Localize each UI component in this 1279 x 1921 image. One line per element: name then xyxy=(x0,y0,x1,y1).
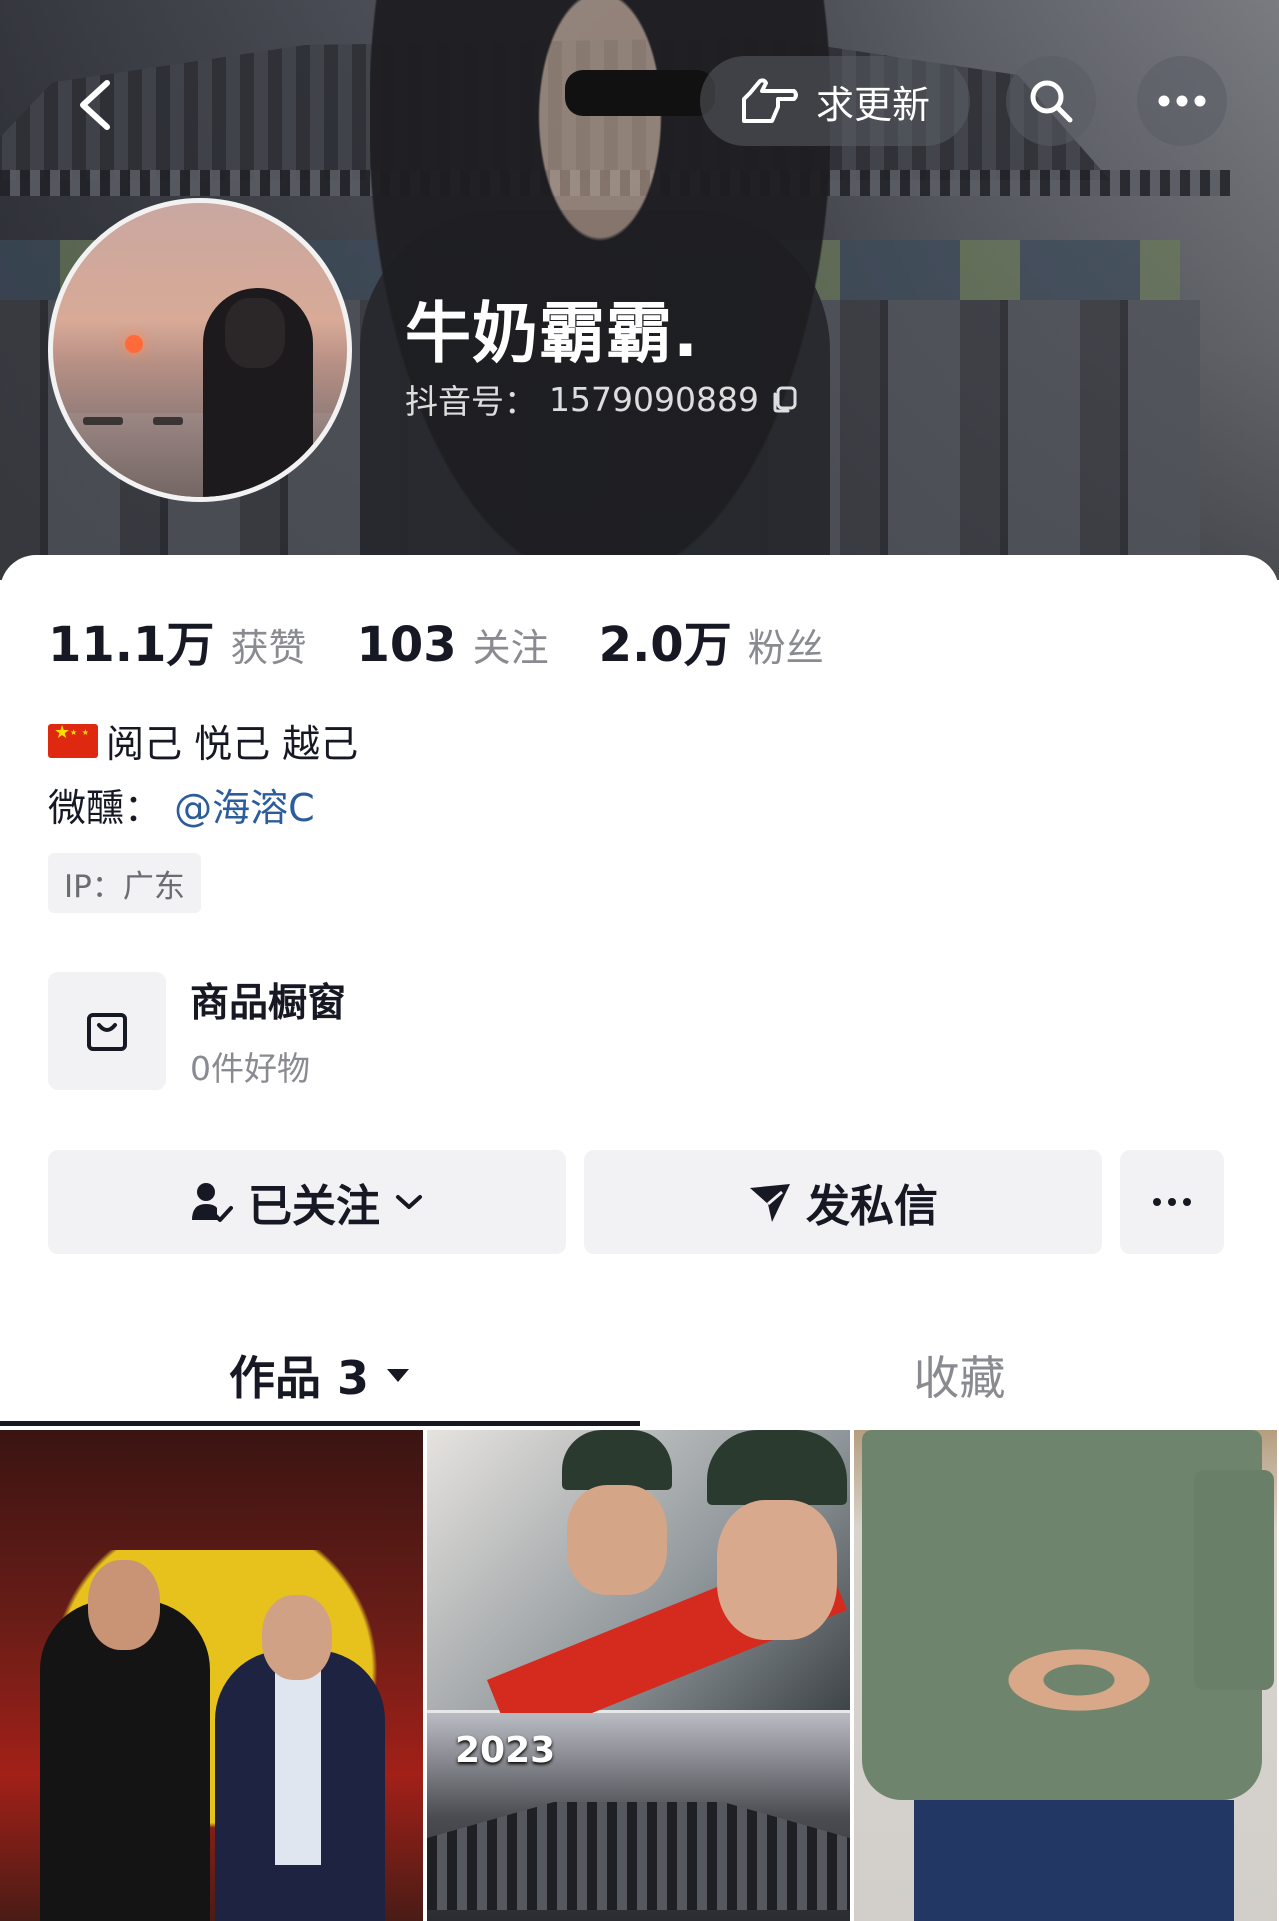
douyin-id-row[interactable]: 抖音号： 1579090889 xyxy=(405,375,799,423)
thumb-face xyxy=(717,1500,837,1640)
video-thumbnail[interactable] xyxy=(0,1430,423,1921)
wechat-label: 微醺： xyxy=(48,786,163,830)
thumb-hands xyxy=(964,1630,1194,1730)
shop-title: 商品橱窗 xyxy=(190,981,347,1026)
more-dots-icon xyxy=(1153,1198,1191,1206)
active-tab-indicator xyxy=(0,1421,640,1426)
avatar[interactable] xyxy=(48,198,352,502)
stat-followers[interactable]: 2.0万 粉丝 xyxy=(599,605,824,675)
send-message-button[interactable]: 发私信 xyxy=(584,1150,1102,1254)
stat-label: 获赞 xyxy=(230,626,307,670)
stats-row: 11.1万 获赞 103 关注 2.0万 粉丝 xyxy=(48,605,874,675)
douyin-id-value: 1579090889 xyxy=(549,379,759,419)
cover-sunglasses xyxy=(565,70,715,116)
search-icon xyxy=(1030,80,1073,123)
pointing-hand-icon xyxy=(741,78,798,123)
thumb-year-label: 2023 xyxy=(455,1730,556,1771)
username: 牛奶霸霸. xyxy=(405,295,700,372)
avatar-boat xyxy=(153,417,183,425)
tab-works-label: 作品 3 xyxy=(228,1351,370,1405)
more-actions-button[interactable] xyxy=(1120,1150,1224,1254)
triangle-down-icon xyxy=(387,1369,410,1382)
video-thumbnail[interactable]: 2023 xyxy=(427,1430,850,1921)
thumb-military-cap xyxy=(707,1430,847,1505)
profile-card: 11.1万 获赞 103 关注 2.0万 粉丝 阅己 悦己 越己 微醺： @海溶… xyxy=(0,555,1279,1921)
china-flag-icon xyxy=(48,722,98,758)
thumb-pants xyxy=(914,1800,1234,1921)
avatar-boat xyxy=(83,417,123,425)
tab-favorites[interactable]: 收藏 xyxy=(640,1325,1279,1425)
works-grid: 2023 xyxy=(0,1430,1279,1921)
send-icon xyxy=(750,1184,790,1222)
wechat-line: 微醺： @海溶C xyxy=(48,777,315,832)
tab-favorites-label: 收藏 xyxy=(913,1351,1006,1405)
douyin-id-label: 抖音号： xyxy=(405,382,537,421)
chevron-down-icon xyxy=(396,1195,422,1209)
request-update-label: 求更新 xyxy=(815,82,930,127)
thumb-shirt xyxy=(275,1665,321,1865)
followed-button[interactable]: 已关注 xyxy=(48,1150,566,1254)
thumb-face xyxy=(567,1485,667,1595)
copy-icon[interactable] xyxy=(771,385,799,413)
bio-line: 阅己 悦己 越己 xyxy=(48,713,358,768)
thumb-military-cap xyxy=(562,1430,672,1490)
stat-value: 103 xyxy=(356,617,457,673)
avatar-sun xyxy=(125,335,143,353)
thumb-sleeve xyxy=(1194,1470,1274,1690)
stat-label: 粉丝 xyxy=(747,626,824,670)
stat-value: 11.1万 xyxy=(48,617,215,673)
tab-works[interactable]: 作品 3 xyxy=(0,1325,640,1425)
video-thumbnail[interactable] xyxy=(854,1430,1277,1921)
search-button[interactable] xyxy=(1006,56,1096,146)
shop-window[interactable]: 商品橱窗 0件好物 xyxy=(48,972,346,1090)
request-update-button[interactable]: 求更新 xyxy=(700,56,970,146)
followed-label: 已关注 xyxy=(248,1181,380,1232)
back-button[interactable] xyxy=(60,70,130,140)
thumb-person-head xyxy=(88,1560,160,1650)
shop-subtitle: 0件好物 xyxy=(190,1049,310,1088)
ip-location-tag: IP：广东 xyxy=(48,853,201,913)
shop-icon-box xyxy=(48,972,166,1090)
thumb-person-head xyxy=(262,1595,332,1680)
user-check-icon xyxy=(192,1183,233,1222)
shopping-bag-icon xyxy=(87,1013,127,1051)
stat-following[interactable]: 103 关注 xyxy=(356,617,548,673)
more-dots-icon xyxy=(1158,95,1206,107)
action-buttons: 已关注 发私信 xyxy=(48,1150,1224,1254)
send-message-label: 发私信 xyxy=(806,1181,938,1232)
stat-value: 2.0万 xyxy=(598,617,732,673)
avatar-figure-head xyxy=(225,298,285,368)
more-options-button[interactable] xyxy=(1137,56,1227,146)
back-arrow-icon xyxy=(80,80,110,130)
shop-text: 商品橱窗 0件好物 xyxy=(190,972,346,1090)
wechat-mention-link[interactable]: @海溶C xyxy=(174,786,315,830)
stat-likes[interactable]: 11.1万 获赞 xyxy=(48,605,306,675)
stat-label: 关注 xyxy=(472,626,549,670)
bio-text: 阅己 悦己 越己 xyxy=(106,722,359,766)
